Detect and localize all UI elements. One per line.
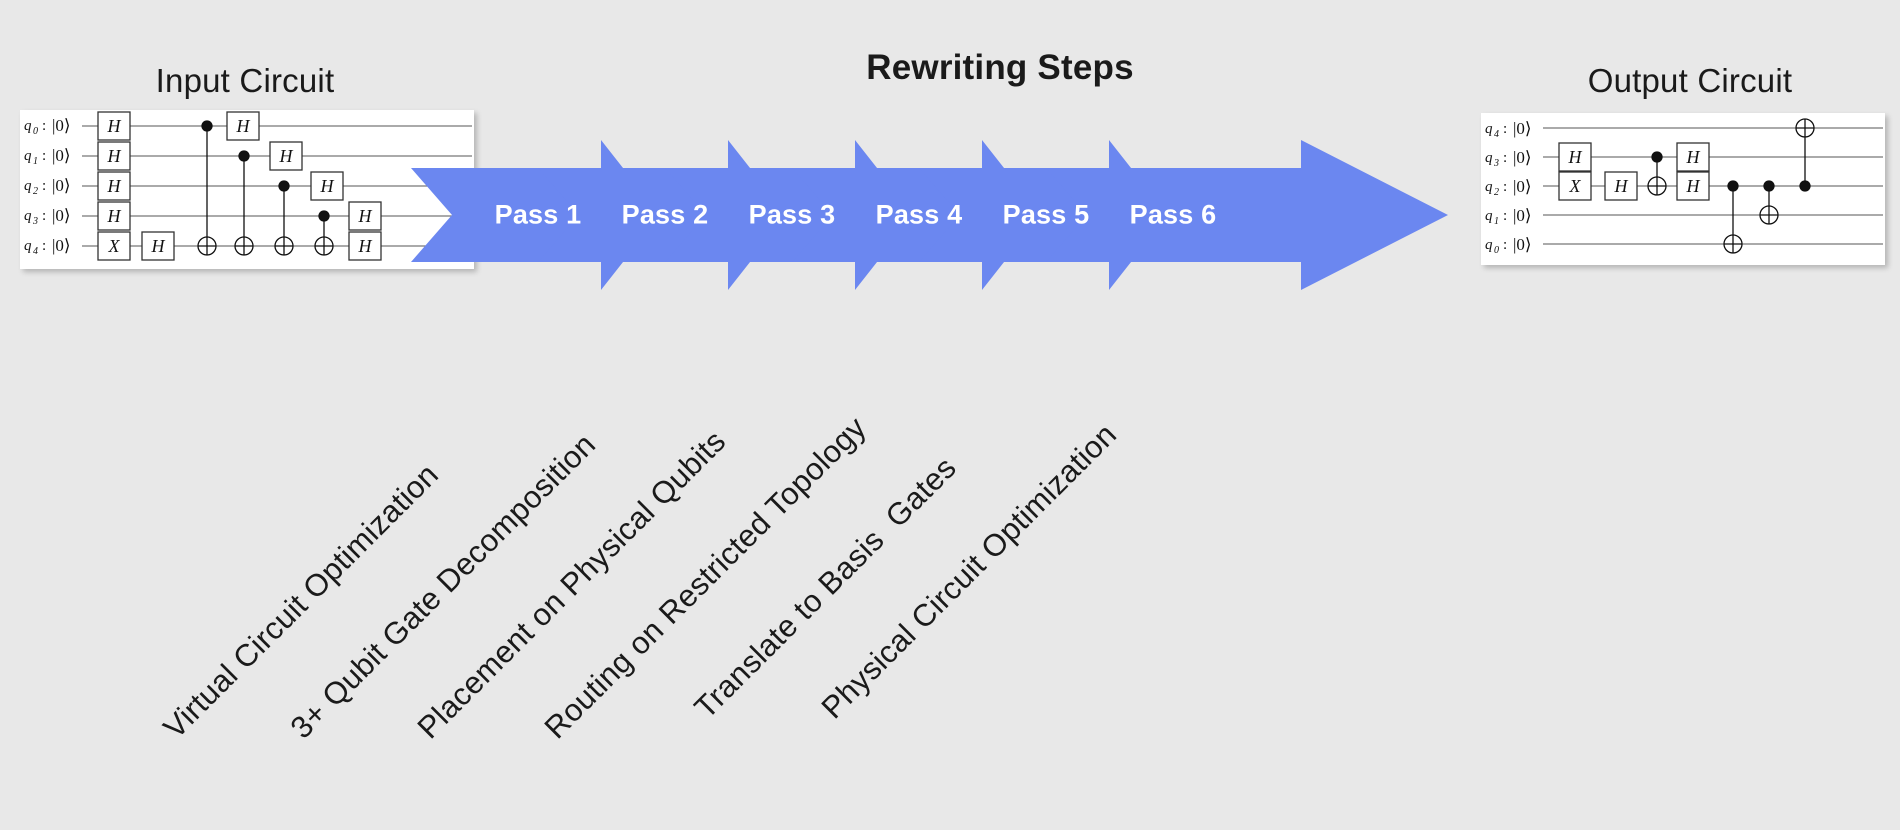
output-circuit-title: Output Circuit <box>1587 62 1793 99</box>
qubit-label: q <box>24 118 32 134</box>
svg-text:4: 4 <box>1494 129 1499 140</box>
gate-H: H <box>151 236 166 256</box>
page-title: Rewriting Steps <box>866 48 1134 87</box>
svg-text:0: 0 <box>33 126 38 137</box>
svg-text::: : <box>42 118 46 134</box>
svg-text:3: 3 <box>1493 158 1499 169</box>
svg-text::: : <box>42 148 46 164</box>
svg-text::: : <box>1503 121 1507 137</box>
qubit-label: q <box>1485 179 1493 195</box>
svg-text:3: 3 <box>32 216 38 227</box>
qubit-label: q <box>1485 121 1493 137</box>
pass-label-4[interactable]: Pass 4 <box>876 200 963 231</box>
pass-label-2[interactable]: Pass 2 <box>622 200 709 231</box>
gate-H: H <box>1686 147 1701 167</box>
svg-text::: : <box>1503 150 1507 166</box>
qubit-label: q <box>24 238 32 254</box>
svg-text:|0⟩: |0⟩ <box>1513 235 1532 254</box>
svg-text:|0⟩: |0⟩ <box>52 116 71 135</box>
gate-H: H <box>107 206 122 226</box>
qubit-label: q <box>24 148 32 164</box>
gate-H: H <box>107 176 122 196</box>
svg-text:2: 2 <box>1494 187 1499 198</box>
gate-X: X <box>108 236 121 256</box>
svg-text::: : <box>1503 237 1507 253</box>
gate-H: H <box>107 146 122 166</box>
pass-label-1[interactable]: Pass 1 <box>495 200 582 231</box>
svg-text:2: 2 <box>33 186 38 197</box>
cx-gate <box>1723 180 1743 254</box>
qubit-wires <box>1543 127 1883 245</box>
qubit-label: q <box>24 178 32 194</box>
cx-gate <box>274 180 294 256</box>
input-circuit-diagram: q0 : |0⟩ q1 : |0⟩ q2 : |0⟩ q3 : |0⟩ q4 : |0⟩ <box>24 111 472 261</box>
svg-text:4: 4 <box>33 246 38 257</box>
gate-H: H <box>107 116 122 136</box>
gate-H: H <box>279 146 294 166</box>
svg-text:|0⟩: |0⟩ <box>1513 119 1532 138</box>
gate-H: H <box>1686 176 1701 196</box>
qubit-label: q <box>1485 150 1493 166</box>
input-circuit-title: Input Circuit <box>155 62 335 99</box>
svg-text::: : <box>42 208 46 224</box>
cx-gate <box>234 150 254 256</box>
output-circuit-panel: q4 : |0⟩ q3 : |0⟩ q2 : |0⟩ q1 : |0⟩ q0 : |0⟩ <box>1481 113 1885 265</box>
svg-text:|0⟩: |0⟩ <box>52 236 71 255</box>
input-circuit-panel: q0 : |0⟩ q1 : |0⟩ q2 : |0⟩ q3 : |0⟩ q4 : |0⟩ <box>20 110 474 269</box>
qubit-label: q <box>1485 237 1493 253</box>
gate-H: H <box>1614 176 1629 196</box>
cx-gate <box>1795 118 1815 192</box>
svg-text::: : <box>42 178 46 194</box>
svg-text:|0⟩: |0⟩ <box>52 176 71 195</box>
svg-text:|0⟩: |0⟩ <box>52 206 71 225</box>
gate-H: H <box>236 116 251 136</box>
pass-label-6[interactable]: Pass 6 <box>1130 200 1217 231</box>
gate-H: H <box>358 236 373 256</box>
pass-label-3[interactable]: Pass 3 <box>749 200 836 231</box>
gate-H: H <box>1568 147 1583 167</box>
svg-text:|0⟩: |0⟩ <box>1513 206 1532 225</box>
cx-gate <box>314 210 334 256</box>
diagram-canvas: Input Circuit Rewriting Steps Output Cir… <box>0 0 1900 830</box>
svg-text:0: 0 <box>1494 245 1499 256</box>
gate-H: H <box>358 206 373 226</box>
svg-text:|0⟩: |0⟩ <box>1513 148 1532 167</box>
qubit-label: q <box>24 208 32 224</box>
svg-text:1: 1 <box>33 156 38 167</box>
qubit-label: q <box>1485 208 1493 224</box>
gate-H: H <box>320 176 335 196</box>
cx-gate <box>197 120 217 256</box>
pass-arrow-6 <box>1046 140 1448 290</box>
gate-X: X <box>1569 176 1582 196</box>
step-label-5: Translate to Basis Gates <box>687 449 963 726</box>
output-circuit-diagram: q4 : |0⟩ q3 : |0⟩ q2 : |0⟩ q1 : |0⟩ q0 : |0⟩ <box>1485 118 1883 256</box>
cx-gate <box>1759 180 1779 225</box>
pass-label-5[interactable]: Pass 5 <box>1003 200 1090 231</box>
svg-text:|0⟩: |0⟩ <box>52 146 71 165</box>
svg-text:1: 1 <box>1494 216 1499 227</box>
svg-text:|0⟩: |0⟩ <box>1513 177 1532 196</box>
svg-text::: : <box>1503 208 1507 224</box>
svg-text::: : <box>42 238 46 254</box>
cx-gate <box>1647 151 1667 196</box>
svg-text::: : <box>1503 179 1507 195</box>
